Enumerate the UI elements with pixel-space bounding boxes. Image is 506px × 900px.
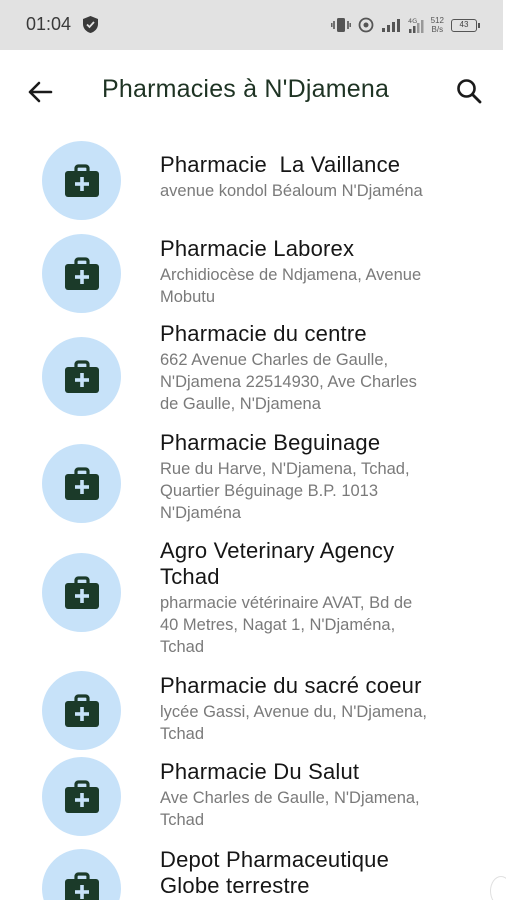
pharmacy-name: Pharmacie Du Salut	[160, 759, 360, 784]
status-time: 01:04	[26, 14, 72, 34]
avatar	[42, 141, 121, 220]
list-item[interactable]: Pharmacie du centre 662 Avenue Charles d…	[0, 319, 506, 427]
network-speed-unit: B/s	[431, 25, 444, 34]
pharmacy-address: pharmacie vétérinaire AVAT, Bd de 40 Met…	[160, 594, 413, 656]
pharmacy-address: Archidiocèse de Ndjamena, Avenue Mobutu	[160, 266, 422, 306]
back-arrow-icon[interactable]	[26, 78, 54, 106]
list-item[interactable]: Pharmacie La Vaillance avenue kondol Béa…	[0, 134, 506, 234]
medical-kit-icon	[64, 872, 100, 900]
pharmacy-address: avenue kondol Béaloum N'Djaména	[160, 182, 423, 200]
pharmacy-name: Agro Veterinary Agency Tchad	[160, 538, 395, 589]
avatar	[42, 234, 121, 313]
avatar	[42, 671, 121, 750]
avatar	[42, 849, 121, 900]
pharmacy-name: Pharmacie du sacré coeur	[160, 673, 422, 698]
avatar	[42, 757, 121, 836]
vibrate-icon	[330, 18, 351, 32]
signal-4g-icon: 4G	[408, 17, 424, 33]
avatar	[42, 337, 121, 416]
list-item[interactable]: Pharmacie Beguinage Rue du Harve, N'Djam…	[0, 427, 506, 535]
medical-kit-icon	[64, 360, 100, 394]
shield-icon	[83, 16, 98, 33]
pharmacy-name: Depot Pharmaceutique Globe terrestre	[160, 847, 390, 898]
medical-kit-icon	[64, 257, 100, 291]
medical-kit-icon	[64, 164, 100, 198]
list-item[interactable]: Depot Pharmaceutique Globe terrestre	[0, 844, 506, 900]
list-item[interactable]: Pharmacie Laborex Archidiocèse de Ndjame…	[0, 234, 506, 319]
hotspot-icon	[358, 17, 374, 33]
signal-icon	[381, 19, 400, 32]
list-item[interactable]: Agro Veterinary Agency Tchad pharmacie v…	[0, 535, 506, 671]
battery-level: 43	[459, 19, 469, 29]
network-speed-value: 512	[430, 16, 444, 25]
medical-kit-icon	[64, 467, 100, 501]
pharmacy-name: Pharmacie du centre	[160, 321, 367, 346]
pharmacy-name: Pharmacie La Vaillance	[160, 152, 401, 177]
list-item[interactable]: Pharmacie Du Salut Ave Charles de Gaulle…	[0, 756, 506, 844]
medical-kit-icon	[64, 576, 100, 610]
pharmacy-address: Rue du Harve, N'Djamena, Tchad, Quartier…	[160, 460, 410, 522]
pharmacy-name: Pharmacie Beguinage	[160, 430, 381, 455]
pharmacy-list: Pharmacie La Vaillance avenue kondol Béa…	[0, 134, 506, 900]
scroll-indicator	[490, 876, 506, 900]
avatar	[42, 444, 121, 523]
status-icons: 4G 512 B/s 43	[330, 14, 480, 36]
svg-text:4G: 4G	[408, 17, 417, 25]
network-speed: 512 B/s	[431, 16, 444, 34]
avatar	[42, 553, 121, 632]
pharmacy-address: Ave Charles de Gaulle, N'Djamena, Tchad	[160, 789, 420, 829]
list-item[interactable]: Pharmacie du sacré coeur lycée Gassi, Av…	[0, 671, 506, 756]
pharmacy-address: lycée Gassi, Avenue du, N'Djamena, Tchad	[160, 703, 427, 743]
medical-kit-icon	[64, 780, 100, 814]
page-title: Pharmacies à N'Djamena	[102, 75, 390, 103]
search-icon[interactable]	[455, 77, 483, 105]
medical-kit-icon	[64, 694, 100, 728]
status-bar: 01:04 4G 512 B/s 43	[0, 0, 503, 50]
pharmacy-name: Pharmacie Laborex	[160, 236, 355, 261]
app-bar: Pharmacies à N'Djamena	[0, 50, 503, 134]
battery-icon: 43	[451, 18, 480, 32]
pharmacy-address: 662 Avenue Charles de Gaulle, N'Djamena …	[160, 351, 417, 413]
